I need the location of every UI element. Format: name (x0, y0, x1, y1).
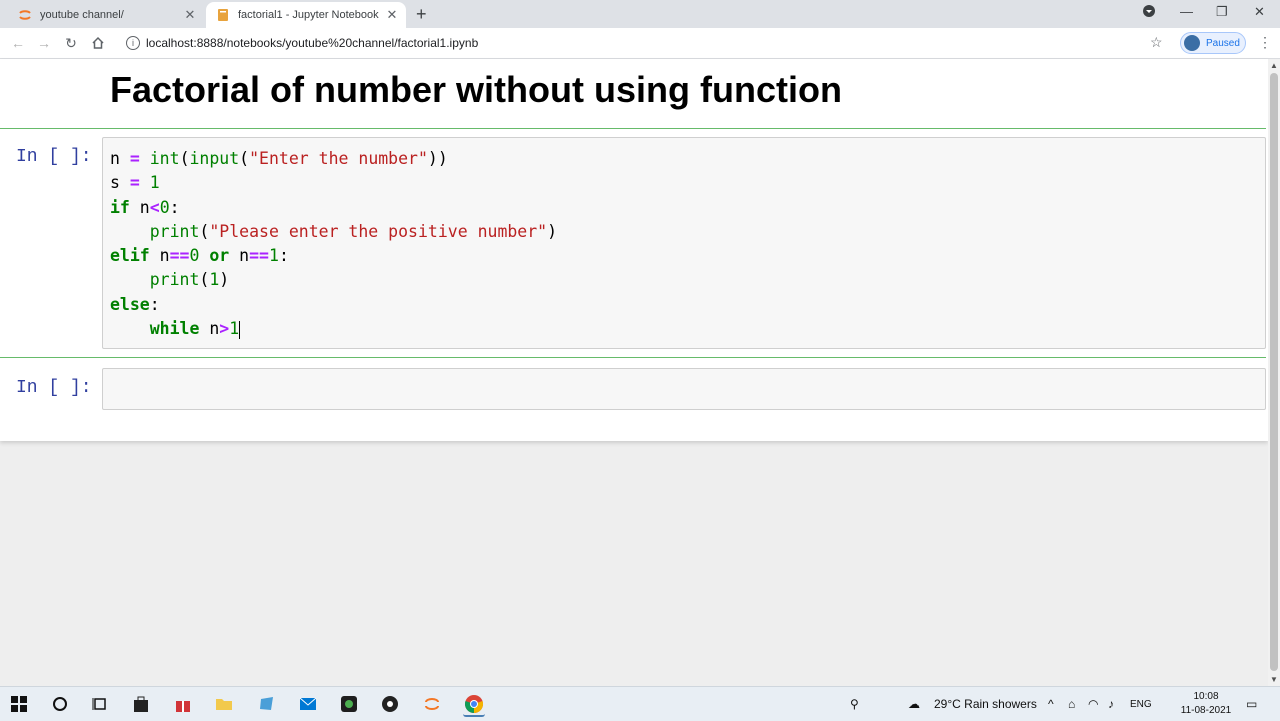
forward-icon[interactable]: → (34, 33, 54, 53)
markdown-cell[interactable]: Factorial of number without using functi… (0, 59, 1266, 129)
clock-time: 10:08 (1193, 691, 1219, 702)
profile-status: Paused (1206, 37, 1240, 49)
input-prompt: In [ ]: (16, 378, 92, 398)
code-editor[interactable] (102, 368, 1266, 410)
code-cell-1[interactable]: In [ ]: n = int(input("Enter the number"… (0, 137, 1266, 351)
gift-app-icon[interactable] (172, 693, 194, 715)
input-prompt: In [ ]: (16, 147, 92, 167)
code-editor[interactable]: n = int(input("Enter the number")) s = 1… (102, 137, 1266, 349)
task-view-icon[interactable] (89, 693, 111, 715)
volume-icon[interactable]: ♪ (1108, 697, 1114, 711)
close-icon[interactable]: ✕ (384, 7, 400, 23)
code-line: elif n==0 or n==1: (110, 246, 289, 266)
network-icon[interactable]: ⌂ (1068, 697, 1075, 711)
app-icon[interactable] (256, 693, 278, 715)
code-text[interactable]: n = int(input("Enter the number")) s = 1… (110, 147, 557, 341)
tab-youtube-channel[interactable]: youtube channel/ ✕ (8, 2, 204, 28)
code-line: print("Please enter the positive number"… (149, 221, 558, 241)
close-icon[interactable]: ✕ (182, 7, 198, 23)
notebook-icon (216, 8, 230, 22)
jupyter-taskbar-icon[interactable] (421, 693, 443, 715)
browser-tab-bar: youtube channel/ ✕ factorial1 - Jupyter … (0, 0, 1280, 28)
code-line: n = int(input("Enter the number")) (110, 149, 448, 168)
weather-icon[interactable]: ☁ (908, 697, 920, 711)
code-line: s = 1 (110, 173, 160, 193)
reload-icon[interactable]: ↻ (61, 33, 81, 53)
home-icon[interactable] (88, 33, 108, 53)
clock-date: 11-08-2021 (1180, 705, 1232, 716)
browser-menu-icon[interactable]: ⋮ (1258, 34, 1272, 51)
windows-taskbar: ⚲ ☁ 29°C Rain showers ^ ⌂ ◠ ♪ ENG 10:08 … (0, 686, 1280, 721)
bookmark-star-icon[interactable]: ☆ (1150, 34, 1163, 51)
notebook-container: Factorial of number without using functi… (0, 59, 1268, 441)
window-close-icon[interactable]: ✕ (1254, 4, 1265, 20)
browser-toolbar: ← → ↻ i localhost:8888/notebooks/youtube… (0, 28, 1280, 59)
system-clock[interactable]: 10:08 11-08-2021 (1176, 690, 1236, 718)
cell-separator (0, 357, 1266, 358)
profile-button[interactable]: Paused (1180, 32, 1246, 54)
weather-text[interactable]: 29°C Rain showers (934, 697, 1037, 711)
windows-start-icon[interactable] (8, 693, 30, 715)
jupyter-icon (18, 8, 32, 22)
url-text: localhost:8888/notebooks/youtube%20chann… (146, 36, 479, 50)
people-icon[interactable]: ⚲ (850, 697, 859, 711)
scroll-up-icon[interactable]: ▲ (1270, 61, 1278, 70)
chevron-up-icon[interactable]: ^ (1048, 697, 1054, 711)
code-line: print(1) (149, 270, 230, 290)
avatar (1184, 35, 1200, 51)
mail-icon[interactable] (297, 693, 319, 715)
scrollbar[interactable]: ▲ ▼ (1268, 59, 1280, 686)
scroll-down-icon[interactable]: ▼ (1270, 675, 1278, 684)
scrollbar-thumb[interactable] (1270, 73, 1278, 671)
chrome-icon[interactable] (463, 693, 485, 717)
code-line: else: (110, 294, 160, 314)
maximize-icon[interactable]: ❐ (1216, 4, 1228, 20)
text-cursor (239, 320, 241, 339)
tab-title: factorial1 - Jupyter Notebook (238, 9, 379, 21)
code-cell-2[interactable]: In [ ]: (0, 368, 1266, 410)
back-icon[interactable]: ← (8, 33, 28, 53)
video-editor-icon[interactable] (338, 693, 360, 715)
tab-factorial1[interactable]: factorial1 - Jupyter Notebook ✕ (206, 2, 406, 28)
store-app-icon[interactable] (130, 693, 152, 715)
file-explorer-icon[interactable] (213, 693, 235, 715)
tab-title: youtube channel/ (40, 9, 124, 21)
obs-icon[interactable] (379, 693, 401, 715)
site-info-icon[interactable]: i (126, 36, 140, 50)
code-line: if n<0: (110, 197, 180, 217)
search-icon[interactable] (49, 693, 71, 715)
keyboard-language[interactable]: ENG (1130, 699, 1152, 710)
notification-icon[interactable]: ▭ (1246, 697, 1257, 711)
notebook-heading: Factorial of number without using functi… (110, 69, 842, 110)
address-bar[interactable]: i localhost:8888/notebooks/youtube%20cha… (118, 31, 1170, 55)
wifi-icon[interactable]: ◠ (1088, 697, 1098, 711)
new-tab-icon[interactable]: + (416, 4, 427, 25)
profile-menu-icon[interactable] (1142, 4, 1156, 21)
minimize-icon[interactable]: — (1180, 4, 1193, 19)
code-line: while n>1 (149, 319, 240, 339)
